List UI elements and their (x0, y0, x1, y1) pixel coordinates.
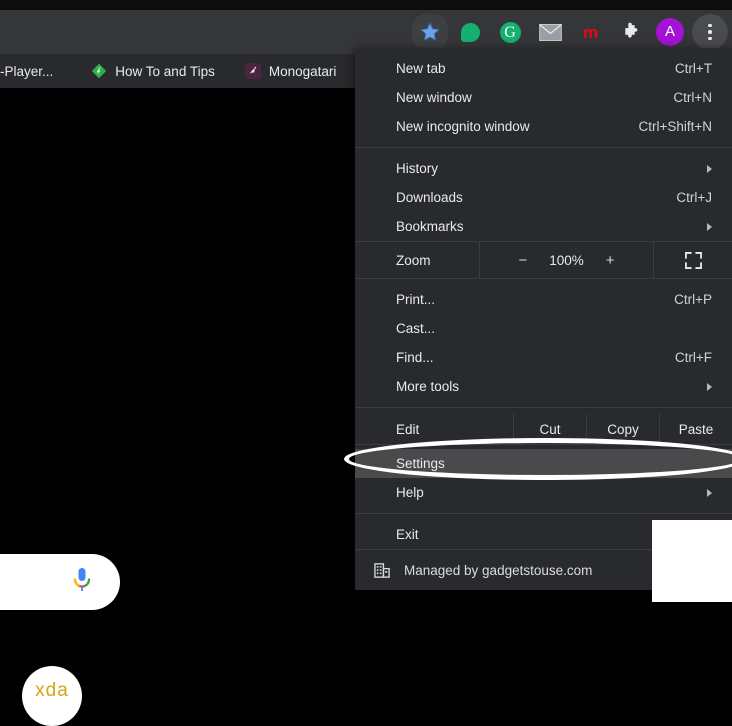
menu-item-find[interactable]: Find... Ctrl+F (355, 343, 732, 372)
menu-item-downloads[interactable]: Downloads Ctrl+J (355, 183, 732, 212)
bookmark-item-player[interactable]: -Player... (0, 60, 61, 83)
menu-item-label: Downloads (396, 190, 463, 205)
search-input[interactable] (0, 554, 120, 610)
chevron-right-icon (707, 164, 712, 173)
managed-by-label: Managed by gadgetstouse.com (404, 562, 593, 578)
three-dots-glyph (708, 23, 712, 41)
extensions-puzzle-icon[interactable] (612, 14, 648, 50)
menu-item-label: New tab (396, 61, 446, 76)
menu-item-settings[interactable]: Settings (355, 449, 732, 478)
menu-item-label: New window (396, 90, 472, 105)
chrome-menu-icon[interactable] (692, 14, 728, 50)
menu-item-new-tab[interactable]: New tab Ctrl+T (355, 54, 732, 83)
menu-item-label: New incognito window (396, 119, 530, 134)
chevron-right-icon (707, 488, 712, 497)
chevron-right-icon (707, 222, 712, 231)
grammarly-icon[interactable]: G (492, 14, 528, 50)
zoom-controls: − 100% + (479, 242, 654, 278)
fullscreen-button[interactable] (654, 242, 732, 278)
bookmark-star-icon[interactable] (412, 14, 448, 50)
menu-separator (355, 147, 732, 148)
profile-avatar[interactable]: A (652, 14, 688, 50)
edit-copy-button[interactable]: Copy (586, 414, 659, 444)
bookmark-label: Monogatari (268, 63, 337, 79)
bookmark-label: How To and Tips (115, 63, 215, 79)
zoom-level-value: 100% (549, 252, 584, 268)
zoom-in-button[interactable]: + (606, 252, 615, 269)
menu-item-new-window[interactable]: New window Ctrl+N (355, 83, 732, 112)
menu-item-label: History (396, 161, 439, 176)
shortcut-label: xda (35, 680, 69, 701)
menu-item-label: Help (396, 485, 424, 500)
menu-item-label: Exit (396, 527, 419, 542)
menu-item-more-tools[interactable]: More tools (355, 372, 732, 401)
feedly-icon (92, 63, 107, 79)
menu-row-edit: Edit Cut Copy Paste (355, 414, 732, 444)
menu-item-shortcut: Ctrl+Shift+N (638, 119, 712, 134)
monogatari-icon (244, 63, 261, 79)
bookmark-label: -Player... (0, 63, 54, 79)
window-top-strip (0, 0, 732, 10)
shortcut-tile-xda[interactable]: xda (22, 666, 82, 726)
menu-item-help[interactable]: Help (355, 478, 732, 507)
edit-paste-button[interactable]: Paste (659, 414, 732, 444)
menu-separator (355, 407, 732, 408)
white-redaction-rectangle (652, 520, 732, 602)
bookmark-item-howto[interactable]: How To and Tips (83, 59, 223, 83)
green-bubble-icon[interactable] (452, 14, 488, 50)
menu-item-label: Find... (396, 350, 434, 365)
chrome-main-menu: New tab Ctrl+T New window Ctrl+N New inc… (355, 48, 732, 590)
menu-row-zoom: Zoom − 100% + (355, 242, 732, 278)
email-icon[interactable] (532, 14, 568, 50)
m-extension-icon[interactable]: m (572, 14, 608, 50)
menu-item-shortcut: Ctrl+J (676, 190, 712, 205)
edit-label: Edit (396, 421, 420, 437)
menu-item-history[interactable]: History (355, 154, 732, 183)
menu-item-new-incognito-window[interactable]: New incognito window Ctrl+Shift+N (355, 112, 732, 141)
chevron-right-icon (707, 382, 712, 391)
menu-item-bookmarks[interactable]: Bookmarks (355, 212, 732, 241)
microphone-icon[interactable] (71, 567, 93, 595)
menu-item-cast[interactable]: Cast... (355, 314, 732, 343)
menu-item-label: Print... (396, 292, 436, 307)
menu-item-label: Cast... (396, 321, 436, 336)
menu-item-shortcut: Ctrl+P (674, 292, 712, 307)
menu-item-label: Settings (396, 456, 445, 471)
edit-cut-button[interactable]: Cut (513, 414, 586, 444)
zoom-out-button[interactable]: − (518, 252, 527, 269)
menu-item-label: Bookmarks (396, 219, 464, 234)
menu-item-print[interactable]: Print... Ctrl+P (355, 285, 732, 314)
avatar-initial: A (656, 18, 684, 46)
menu-item-label: More tools (396, 379, 460, 394)
menu-item-shortcut: Ctrl+T (674, 61, 712, 76)
menu-separator (355, 513, 732, 514)
menu-item-shortcut: Ctrl+F (674, 350, 712, 365)
grammarly-letter: G (499, 21, 521, 43)
zoom-label: Zoom (396, 252, 431, 268)
m-extension-label: m (582, 22, 598, 42)
building-icon (374, 562, 390, 578)
menu-item-shortcut: Ctrl+N (673, 90, 712, 105)
fullscreen-icon (684, 251, 702, 269)
bookmark-item-monogatari[interactable]: Monogatari (237, 59, 345, 83)
